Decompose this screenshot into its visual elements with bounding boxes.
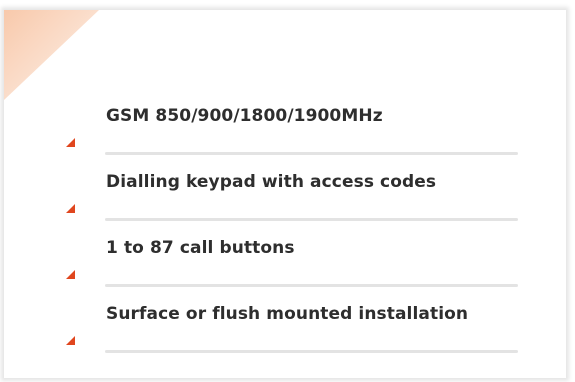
feature-item: Dialling keypad with access codes bbox=[4, 170, 566, 240]
feature-divider bbox=[105, 284, 518, 287]
feature-card: GSM 850/900/1800/1900MHz Dialling keypad… bbox=[4, 10, 566, 378]
feature-list: GSM 850/900/1800/1900MHz Dialling keypad… bbox=[4, 10, 566, 378]
feature-item: GSM 850/900/1800/1900MHz bbox=[4, 104, 566, 174]
feature-divider bbox=[105, 152, 518, 155]
triangle-bullet-icon bbox=[66, 138, 75, 147]
feature-label: Dialling keypad with access codes bbox=[106, 172, 437, 192]
triangle-bullet-icon bbox=[66, 336, 75, 345]
feature-label: 1 to 87 call buttons bbox=[106, 238, 295, 258]
feature-item: 1 to 87 call buttons bbox=[4, 236, 566, 306]
feature-label: Surface or flush mounted installation bbox=[106, 304, 469, 324]
feature-item: Surface or flush mounted installation bbox=[4, 302, 566, 372]
feature-divider bbox=[105, 218, 518, 221]
triangle-bullet-icon bbox=[66, 204, 75, 213]
triangle-bullet-icon bbox=[66, 270, 75, 279]
feature-label: GSM 850/900/1800/1900MHz bbox=[106, 106, 383, 126]
feature-divider bbox=[105, 350, 518, 353]
